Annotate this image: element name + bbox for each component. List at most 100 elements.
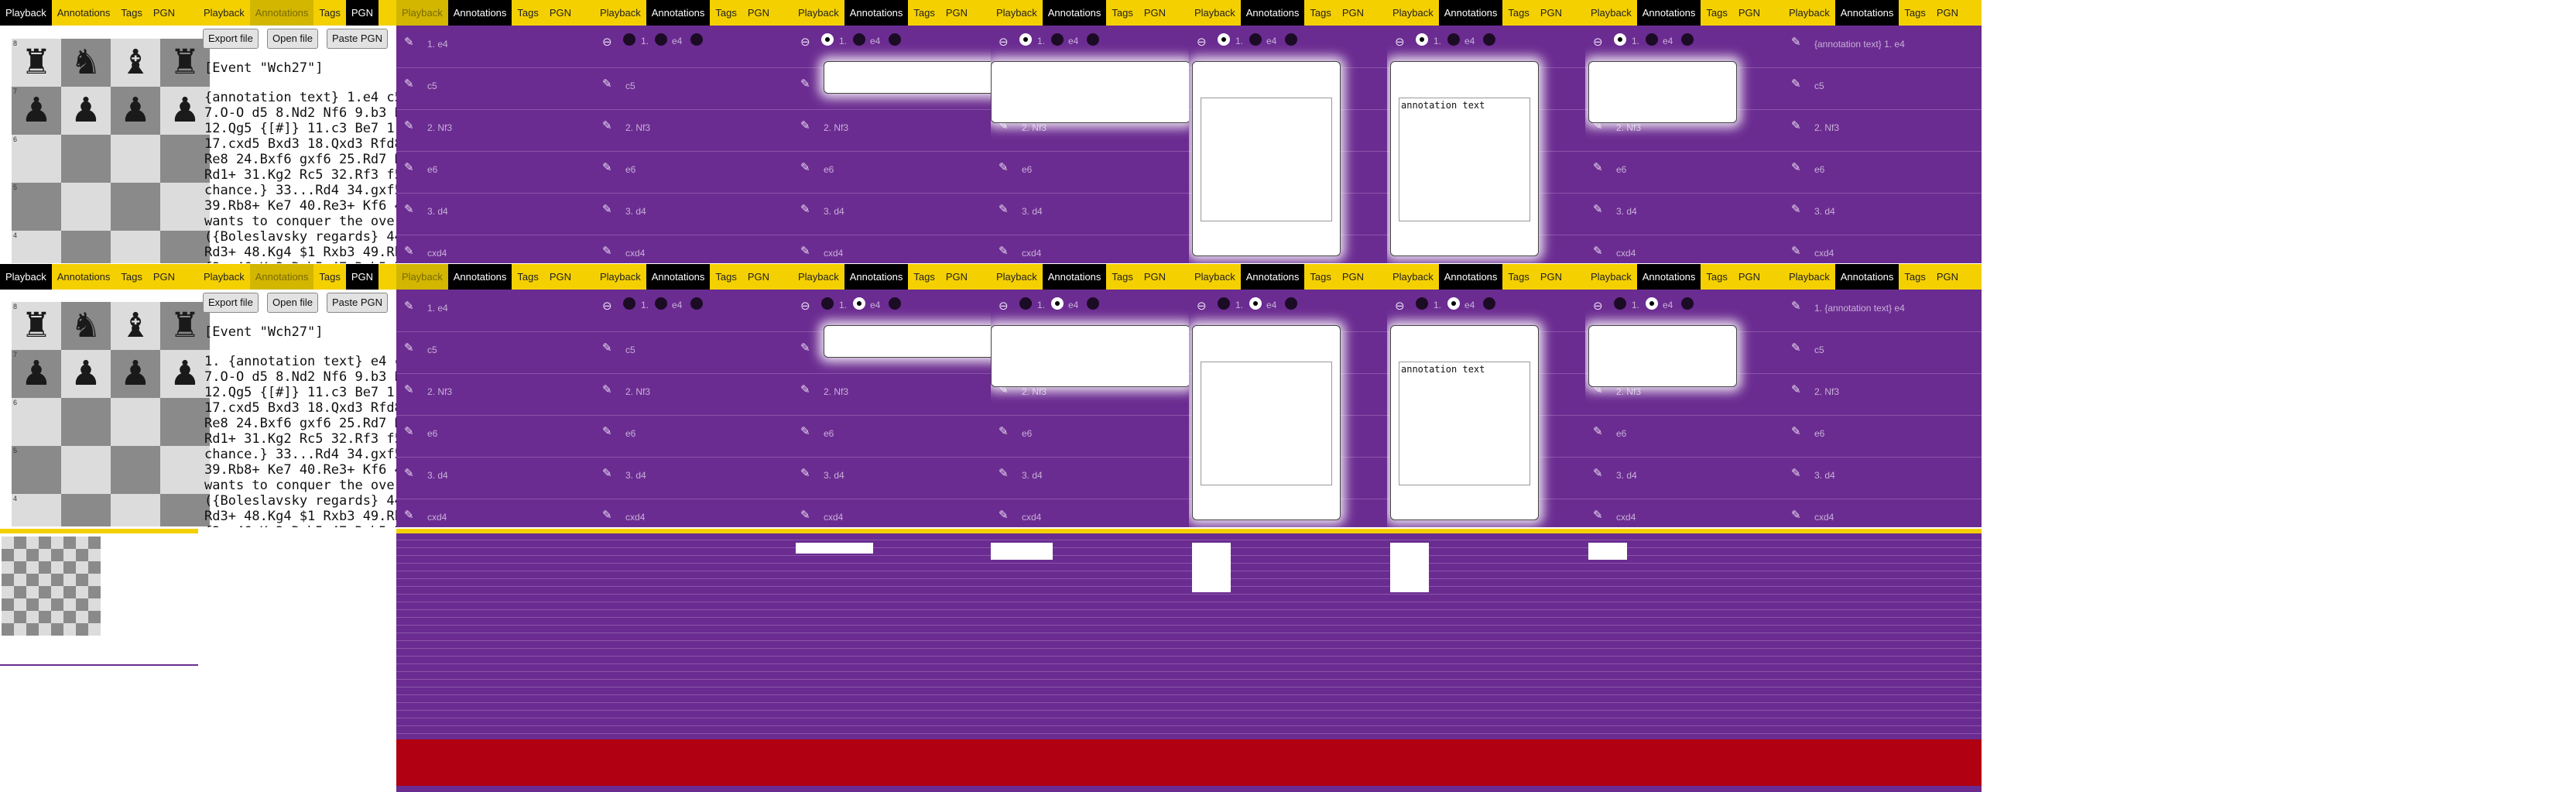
pawn-piece[interactable]: ♟ [12,355,61,393]
tab-pgn[interactable]: PGN [148,0,180,26]
move-row[interactable]: ✎ 3. d4 [1783,193,1982,235]
move-row[interactable]: ✎ 2. Nf3 [396,373,594,416]
move-row[interactable]: ✎ 2. Nf3 [594,109,793,152]
tab-playback[interactable]: Playback [594,0,646,26]
edit-icon[interactable]: ✎ [602,509,613,521]
move-row[interactable]: ✎ 2. Nf3 [793,109,991,152]
bishop-piece[interactable]: ♝ [111,43,160,82]
paste-pgn-button[interactable]: Paste PGN [327,29,389,49]
position-radio[interactable] [690,297,703,310]
tab-tags[interactable]: Tags [313,264,345,290]
position-radio[interactable] [889,33,901,46]
position-radio[interactable] [1681,33,1694,46]
edit-icon[interactable]: ✎ [800,342,811,354]
position-radio[interactable] [655,297,667,310]
position-radio[interactable] [1218,297,1230,310]
edit-icon[interactable]: ✎ [1791,120,1802,132]
edit-icon[interactable]: ✎ [404,78,415,90]
tab-playback[interactable]: Playback [793,0,844,26]
position-radio[interactable] [1249,33,1262,46]
edit-icon[interactable]: ✎ [1791,300,1802,312]
tab-annotations[interactable]: Annotations [646,264,711,290]
tab-playback[interactable]: Playback [1387,0,1439,26]
edit-icon[interactable]: ✎ [602,204,613,215]
move-row[interactable]: ✎ cxd4 [1585,499,1783,527]
position-radio[interactable] [1249,297,1262,310]
tab-annotations[interactable]: Annotations [1240,264,1305,290]
position-radio[interactable] [889,297,901,310]
tab-pgn[interactable]: PGN [940,0,973,26]
rook-piece[interactable]: ♜ [12,43,61,82]
move-row[interactable]: ⊖1. e41.e4 [594,290,793,332]
tab-annotations[interactable]: Annotations [1834,0,1899,26]
position-radio[interactable] [1483,33,1495,46]
minus-icon[interactable]: ⊖ [800,36,811,48]
edit-icon[interactable]: ✎ [1593,245,1604,257]
edit-icon[interactable]: ✎ [404,509,415,521]
edit-icon[interactable]: ✎ [404,120,415,132]
move-row[interactable]: ✎ 3. d4 [991,193,1189,235]
tab-annotations[interactable]: Annotations [1636,0,1701,26]
minus-icon[interactable]: ⊖ [1395,300,1406,312]
position-radio[interactable] [1416,33,1428,46]
tab-playback[interactable]: Playback [1585,264,1637,290]
tab-annotations[interactable]: Annotations [844,0,909,26]
tab-pgn[interactable]: PGN [742,264,775,290]
edit-icon[interactable]: ✎ [1791,162,1802,173]
tab-tags[interactable]: Tags [1701,264,1732,290]
paste-pgn-button[interactable]: Paste PGN [327,293,389,313]
move-row[interactable]: ✎ cxd4 [793,499,991,527]
minus-icon[interactable]: ⊖ [602,36,613,48]
position-radio[interactable] [655,33,667,46]
position-radio[interactable] [1087,297,1099,310]
edit-icon[interactable]: ✎ [602,78,613,90]
tab-annotations[interactable]: Annotations [52,0,116,26]
edit-icon[interactable]: ✎ [1593,426,1604,437]
move-row[interactable]: ✎ e6 [396,415,594,458]
tab-tags[interactable]: Tags [313,0,345,26]
tab-playback[interactable]: Playback [396,0,448,26]
edit-icon[interactable]: ✎ [602,120,613,132]
edit-icon[interactable]: ✎ [602,468,613,479]
edit-icon[interactable]: ✎ [999,509,1009,521]
tab-pgn[interactable]: PGN [1931,264,1964,290]
edit-icon[interactable]: ✎ [404,300,415,312]
minus-icon[interactable]: ⊖ [800,300,811,312]
position-radio[interactable] [1483,297,1495,310]
minus-icon[interactable]: ⊖ [1395,36,1406,48]
move-row[interactable]: ✎ 1. {annotation text} e4 [1783,290,1982,332]
edit-icon[interactable]: ✎ [1791,426,1802,437]
tab-annotations[interactable]: Annotations [447,264,512,290]
tab-playback[interactable]: Playback [0,0,52,26]
move-row[interactable]: ✎ cxd4 [1783,499,1982,527]
position-radio[interactable] [1447,297,1460,310]
edit-icon[interactable]: ✎ [1791,245,1802,257]
edit-icon[interactable]: ✎ [602,342,613,354]
edit-icon[interactable]: ✎ [1791,36,1802,48]
move-row[interactable]: ✎ cxd4 [1585,235,1783,263]
move-row[interactable]: ✎ 1. e4 [396,290,594,332]
move-row[interactable]: ✎ 2. Nf3 [1783,109,1982,152]
tab-pgn[interactable]: PGN [940,264,973,290]
move-row[interactable]: ✎ c5 [396,331,594,374]
edit-icon[interactable]: ✎ [404,468,415,479]
position-radio[interactable] [1019,297,1032,310]
tab-pgn[interactable]: PGN [148,264,180,290]
move-row[interactable]: ✎ e6 [1585,151,1783,194]
edit-icon[interactable]: ✎ [404,384,415,396]
move-row[interactable]: ✎ c5 [396,67,594,110]
edit-icon[interactable]: ✎ [602,245,613,257]
edit-icon[interactable]: ✎ [404,36,415,48]
tab-tags[interactable]: Tags [512,0,543,26]
edit-icon[interactable]: ✎ [999,426,1009,437]
tab-annotations[interactable]: Annotations [1438,0,1503,26]
export-file-button[interactable]: Export file [203,293,259,313]
tab-annotations[interactable]: Annotations [1240,0,1305,26]
minus-icon[interactable]: ⊖ [602,300,613,312]
move-row[interactable]: ✎ e6 [991,151,1189,194]
move-row[interactable]: ✎ c5 [1783,331,1982,374]
move-row[interactable]: ✎ 3. d4 [1585,457,1783,499]
tab-pgn[interactable]: PGN [742,0,775,26]
move-row[interactable]: ✎ c5 [594,331,793,374]
tab-playback[interactable]: Playback [1783,264,1835,290]
